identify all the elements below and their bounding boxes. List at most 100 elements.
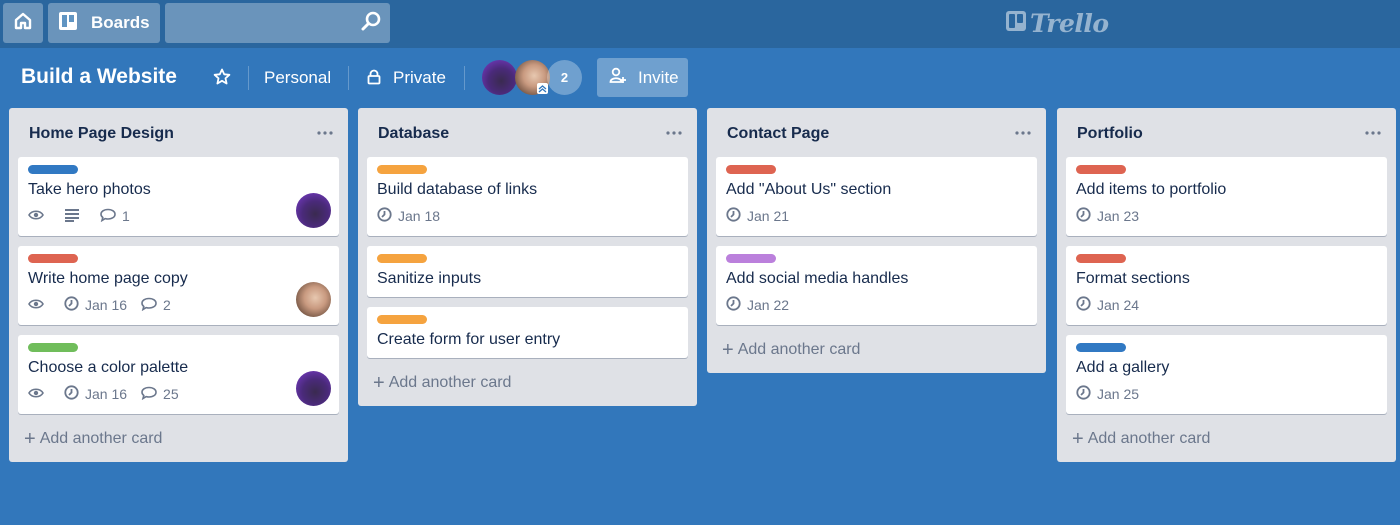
card-badges: Jan 18 — [377, 202, 678, 230]
list-menu-button[interactable] — [1014, 123, 1032, 141]
invite-button[interactable]: Invite — [597, 58, 688, 97]
due-date-badge[interactable]: Jan 22 — [726, 296, 789, 314]
due-date-badge[interactable]: Jan 24 — [1076, 296, 1139, 314]
due-date-badge[interactable]: Jan 23 — [1076, 207, 1139, 225]
due-date-badge[interactable]: Jan 16 — [64, 296, 127, 314]
list-card[interactable]: Add items to portfolio Jan 23 — [1066, 157, 1387, 236]
list-title[interactable]: Contact Page — [727, 125, 829, 143]
list-card[interactable]: Format sections Jan 24 — [1066, 246, 1387, 325]
trello-logo[interactable]: Trello — [1005, 9, 1109, 38]
comments-badge: 2 — [141, 297, 171, 314]
search-input[interactable] — [165, 3, 390, 43]
eye-icon — [28, 208, 50, 224]
comment-icon — [141, 297, 163, 314]
card-badges: Jan 16 25 — [28, 380, 329, 408]
card-label-red[interactable] — [726, 165, 776, 174]
list-menu-button[interactable] — [1364, 123, 1382, 141]
list-card[interactable]: Take hero photos 1 — [18, 157, 339, 236]
boards-label: Boards — [91, 13, 150, 32]
list-menu-button[interactable] — [665, 123, 683, 141]
admin-chevron-icon — [537, 83, 548, 94]
list-card[interactable]: Add a gallery Jan 25 — [1066, 335, 1387, 414]
card-label-orange[interactable] — [377, 165, 427, 174]
top-nav-bar: Boards Trello — [0, 0, 1400, 48]
visibility-button[interactable]: Private — [393, 68, 446, 88]
description-icon — [64, 208, 86, 225]
card-badges: 1 — [28, 202, 329, 230]
member-avatar[interactable] — [296, 193, 331, 228]
comments-badge: 1 — [100, 208, 130, 225]
eye-icon — [28, 297, 50, 313]
card-title: Write home page copy — [28, 270, 188, 287]
add-card-button[interactable]: + Add another card — [9, 424, 348, 462]
due-date-badge[interactable]: Jan 16 — [64, 385, 127, 403]
card-label-blue[interactable] — [1076, 343, 1126, 352]
add-card-button[interactable]: + Add another card — [358, 368, 697, 406]
search-icon[interactable] — [360, 10, 382, 37]
clock-icon — [377, 207, 398, 225]
header-divider — [464, 66, 465, 90]
list-title[interactable]: Portfolio — [1077, 125, 1143, 143]
list-header: Database — [358, 108, 697, 157]
list-card[interactable]: Build database of links Jan 18 — [367, 157, 688, 236]
comment-icon — [100, 208, 122, 225]
card-label-green[interactable] — [28, 343, 78, 352]
comment-count: 1 — [122, 208, 130, 224]
list-card[interactable]: Write home page copy Jan 16 2 — [18, 246, 339, 325]
list-title[interactable]: Home Page Design — [29, 125, 174, 143]
add-card-label: Add another card — [737, 341, 861, 358]
member-avatar[interactable] — [296, 371, 331, 406]
invite-label: Invite — [638, 67, 679, 87]
home-button[interactable] — [3, 3, 43, 43]
list-card[interactable]: Add social media handles Jan 22 — [716, 246, 1037, 325]
list-card[interactable]: Sanitize inputs — [367, 246, 688, 297]
member-avatar[interactable] — [482, 60, 517, 95]
add-card-button[interactable]: + Add another card — [707, 335, 1046, 373]
clock-icon — [64, 385, 85, 403]
eye-icon — [28, 386, 50, 402]
team-button[interactable]: Personal — [264, 68, 331, 88]
member-avatar[interactable] — [296, 282, 331, 317]
card-label-red[interactable] — [1076, 165, 1126, 174]
card-title: Add social media handles — [726, 270, 909, 287]
card-label-red[interactable] — [1076, 254, 1126, 263]
board-title[interactable]: Build a Website — [21, 65, 177, 89]
card-label-purple[interactable] — [726, 254, 776, 263]
watch-badge — [28, 386, 50, 402]
plus-icon: + — [1072, 428, 1084, 450]
member-count-badge[interactable]: 2 — [547, 60, 582, 95]
list-title[interactable]: Database — [378, 125, 449, 143]
due-date-badge[interactable]: Jan 18 — [377, 207, 440, 225]
header-divider — [248, 66, 249, 90]
boards-button[interactable]: Boards — [48, 3, 160, 43]
list-menu-button[interactable] — [316, 123, 334, 141]
card-title: Add items to portfolio — [1076, 181, 1227, 198]
card-badges: Jan 24 — [1076, 291, 1377, 319]
due-date-badge[interactable]: Jan 21 — [726, 207, 789, 225]
comment-count: 25 — [163, 386, 179, 402]
card-label-orange[interactable] — [377, 254, 427, 263]
card-label-blue[interactable] — [28, 165, 78, 174]
add-card-button[interactable]: + Add another card — [1057, 424, 1396, 462]
watch-badge — [28, 208, 50, 224]
list-card[interactable]: Create form for user entry — [367, 307, 688, 358]
clock-icon — [1076, 207, 1097, 225]
boards-icon — [58, 11, 78, 36]
card-label-red[interactable] — [28, 254, 78, 263]
list-header: Home Page Design — [9, 108, 348, 157]
comment-icon — [141, 386, 163, 403]
card-title: Build database of links — [377, 181, 538, 198]
star-icon[interactable] — [213, 68, 231, 91]
add-card-label: Add another card — [1087, 430, 1211, 447]
due-date-badge[interactable]: Jan 25 — [1076, 385, 1139, 403]
list-column: Portfolio Add items to portfolio Jan 23 For… — [1057, 108, 1396, 462]
comment-count: 2 — [163, 297, 171, 313]
card-label-orange[interactable] — [377, 315, 427, 324]
list-card[interactable]: Add "About Us" section Jan 21 — [716, 157, 1037, 236]
list-header: Contact Page — [707, 108, 1046, 157]
list-column: Contact Page Add "About Us" section Jan 21… — [707, 108, 1046, 373]
trello-logo-icon — [1005, 10, 1027, 37]
more-icon — [316, 123, 334, 140]
list-card[interactable]: Choose a color palette Jan 16 25 — [18, 335, 339, 414]
clock-icon — [1076, 296, 1097, 314]
